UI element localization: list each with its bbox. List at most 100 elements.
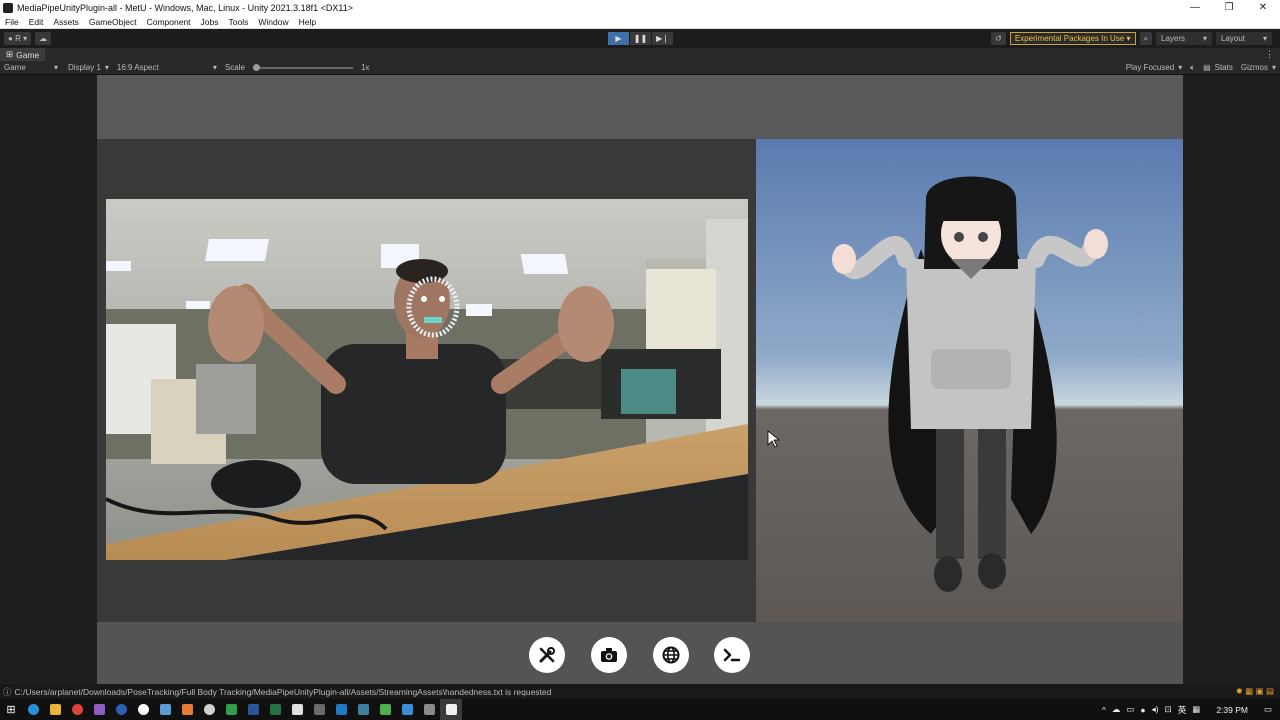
restore-button[interactable]: ❐ (1212, 0, 1246, 15)
taskbar-app-5[interactable] (198, 699, 220, 720)
taskbar-app-edge[interactable] (22, 699, 44, 720)
stats-label: Stats (1214, 63, 1233, 72)
minimize-button[interactable]: — (1178, 0, 1212, 15)
stats-button[interactable]: ▤ Stats (1199, 63, 1237, 72)
app-icon (379, 704, 391, 715)
close-button[interactable]: ✕ (1246, 0, 1280, 15)
tab-bar: ⊞ Game ⋮ (0, 48, 1280, 61)
menu-file[interactable]: File (0, 17, 24, 27)
play-focused-dropdown[interactable]: Play Focused ▾ (1122, 63, 1186, 72)
taskbar-app-3[interactable] (154, 699, 176, 720)
settings-button[interactable] (529, 637, 565, 673)
taskbar-app-unity[interactable] (286, 699, 308, 720)
scale-slider[interactable] (252, 63, 353, 71)
taskbar-app-10[interactable] (374, 699, 396, 720)
chrome-icon (71, 704, 83, 715)
experimental-packages-button[interactable]: Experimental Packages In Use ▾ (1009, 32, 1136, 45)
mute-audio-button[interactable]: 🔈︎ (1186, 63, 1199, 73)
display-label: Display 1 (68, 63, 101, 72)
notification-icon[interactable]: ▭ (1264, 704, 1272, 715)
calendar-icon[interactable]: ▦ (1192, 704, 1200, 715)
stats-icon: ▤ (1203, 63, 1211, 72)
step-icon: ▶❘ (656, 34, 669, 43)
chevron-down-icon: ▾ (1178, 63, 1183, 72)
more-options-icon[interactable]: ⋮ (1265, 49, 1274, 60)
taskbar-app-vs[interactable] (88, 699, 110, 720)
gizmos-dropdown[interactable]: Gizmos ▾ (1237, 63, 1280, 72)
clock[interactable]: 2:39 PM (1216, 705, 1248, 715)
tab-game[interactable]: ⊞ Game (0, 48, 46, 61)
app-icon (423, 704, 435, 715)
taskbar-app-excel[interactable] (264, 699, 286, 720)
search-icon: ⌕ (1143, 33, 1148, 43)
display-dropdown[interactable]: Display 1 ▾ (64, 63, 113, 72)
taskbar-app-7[interactable] (308, 699, 330, 720)
menu-gameobject[interactable]: GameObject (84, 17, 142, 27)
camera-button[interactable] (591, 637, 627, 673)
taskbar-app-12[interactable] (418, 699, 440, 720)
taskbar-app-word[interactable] (242, 699, 264, 720)
menu-jobs[interactable]: Jobs (196, 17, 224, 27)
chevron-down-icon: ▾ (1124, 34, 1131, 43)
menu-component[interactable]: Component (142, 17, 196, 27)
taskbar-app-2[interactable] (132, 699, 154, 720)
play-controls: ▶ ❚❚ ▶❘ (608, 32, 674, 45)
chevron-up-icon[interactable]: ^ (1102, 705, 1106, 715)
pause-button[interactable]: ❚❚ (630, 32, 651, 45)
status-bar: ⓘ C:/Users/arplanet/Downloads/PoseTracki… (0, 684, 1280, 699)
network-icon[interactable]: ▭ (1126, 704, 1134, 715)
game-view-toolbar: Game ▾ Display 1 ▾ 16:9 Aspect ▾ Scale 1… (0, 61, 1280, 75)
visual-studio-icon (93, 704, 105, 715)
view-mode-dropdown[interactable]: Game ▾ (0, 63, 62, 72)
taskbar-app-unity-active[interactable] (440, 699, 462, 720)
account-button[interactable]: ● R ▾ (4, 32, 32, 45)
status-message[interactable]: C:/Users/arplanet/Downloads/PoseTracking… (15, 687, 552, 697)
chevron-down-icon: ▾ (1271, 63, 1276, 72)
edge-icon (27, 704, 39, 715)
menu-window[interactable]: Window (253, 17, 293, 27)
menu-assets[interactable]: Assets (48, 17, 84, 27)
taskbar-app-chrome[interactable] (66, 699, 88, 720)
cloud-icon[interactable]: ☁ (1112, 704, 1121, 715)
console-button[interactable] (714, 637, 750, 673)
menu-edit[interactable]: Edit (24, 17, 49, 27)
app-icon (181, 704, 193, 715)
menu-tools[interactable]: Tools (224, 17, 254, 27)
app-icon (357, 704, 369, 715)
taskbar-app-4[interactable] (176, 699, 198, 720)
game-viewport[interactable] (0, 75, 1280, 684)
debug-icons[interactable]: ✹ ▦ ▣ ▤ (1236, 686, 1274, 697)
taskbar-app-6[interactable] (220, 699, 242, 720)
scale-label: Scale (224, 63, 245, 72)
play-button[interactable]: ▶ (608, 32, 629, 45)
globe-button[interactable] (653, 637, 689, 673)
title-bar: MediaPipeUnityPlugin-all - MetU - Window… (0, 0, 1280, 15)
cloud-button[interactable]: ☁ (35, 32, 52, 45)
microphone-icon[interactable]: ● (1140, 705, 1145, 715)
play-focused-label: Play Focused (1125, 63, 1175, 72)
taskbar-app-8[interactable] (330, 699, 352, 720)
volume-icon[interactable]: ◂) (1152, 704, 1159, 715)
taskbar-app-1[interactable] (110, 699, 132, 720)
account-icon: ● (8, 34, 16, 43)
menu-help[interactable]: Help (294, 17, 321, 27)
aspect-dropdown[interactable]: 16:9 Aspect ▾ (113, 63, 221, 72)
input-method-icon[interactable]: ⊡ (1165, 704, 1172, 715)
taskbar-app-11[interactable] (396, 699, 418, 720)
taskbar-app-9[interactable] (352, 699, 374, 720)
scale-slider-knob[interactable] (252, 63, 260, 71)
layout-dropdown[interactable]: Layout ▾ (1216, 32, 1272, 45)
taskbar: ⊞ ^ ☁ ▭ ● ◂) ⊡ 英 ▦ 2:39 PM ▭ (0, 699, 1280, 720)
taskbar-app-explorer[interactable] (44, 699, 66, 720)
search-button[interactable]: ⌕ (1139, 32, 1152, 45)
layers-dropdown[interactable]: Layers ▾ (1156, 32, 1212, 45)
history-icon: ↺ (995, 34, 1002, 43)
app-icon (225, 704, 237, 715)
chevron-down-icon: ▾ (1202, 34, 1207, 43)
history-button[interactable]: ↺ (991, 32, 1006, 45)
menu-bar: File Edit Assets GameObject Component Jo… (0, 15, 1280, 29)
start-button[interactable]: ⊞ (0, 699, 22, 720)
globe-icon (662, 646, 680, 664)
step-button[interactable]: ▶❘ (652, 32, 673, 45)
ime-label[interactable]: 英 (1178, 704, 1187, 716)
